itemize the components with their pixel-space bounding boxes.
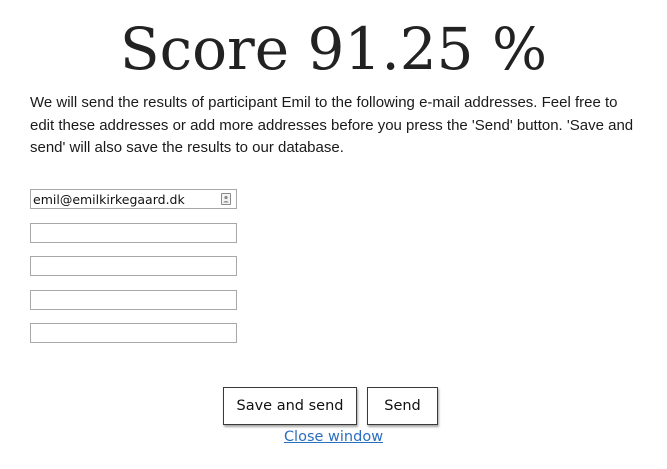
email-input-1[interactable] bbox=[31, 190, 236, 208]
email-address-list bbox=[30, 189, 237, 357]
save-and-send-button[interactable]: Save and send bbox=[223, 387, 357, 425]
email-input-2[interactable] bbox=[31, 223, 236, 242]
email-input-3[interactable] bbox=[31, 257, 236, 275]
intro-text: We will send the results of participant … bbox=[30, 94, 634, 156]
email-field-2[interactable] bbox=[30, 222, 237, 243]
close-window-link[interactable]: Close window bbox=[284, 429, 383, 445]
email-field-1[interactable] bbox=[30, 189, 237, 209]
email-field-5[interactable] bbox=[30, 323, 237, 343]
email-input-4[interactable] bbox=[31, 290, 236, 309]
score-title: Score 91.25 % bbox=[119, 15, 548, 83]
email-field-3[interactable] bbox=[30, 256, 237, 276]
send-button[interactable]: Send bbox=[367, 387, 438, 425]
close-window-container: Close window bbox=[0, 428, 667, 446]
email-field-4[interactable] bbox=[30, 289, 237, 310]
email-input-5[interactable] bbox=[31, 324, 236, 342]
contact-card-icon[interactable] bbox=[221, 193, 231, 205]
